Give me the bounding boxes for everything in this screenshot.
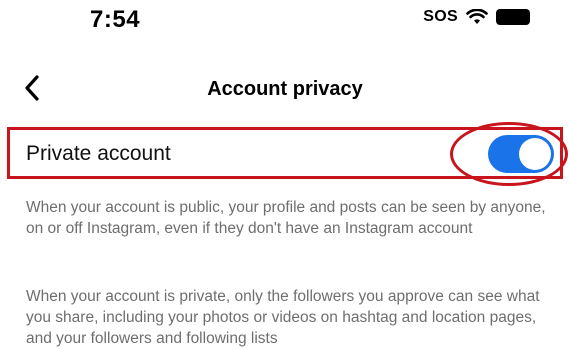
sos-indicator: SOS <box>423 8 458 25</box>
toggle-knob <box>519 138 551 170</box>
status-bar: 7:54 SOS <box>0 0 570 44</box>
status-icons: SOS <box>423 8 530 26</box>
nav-bar: Account privacy <box>0 64 570 118</box>
page-title: Account privacy <box>207 78 363 100</box>
private-account-description: When your account is private, only the f… <box>26 288 540 347</box>
private-account-row[interactable]: Private account <box>7 122 568 186</box>
battery-icon <box>496 9 530 25</box>
wifi-icon <box>466 9 488 25</box>
private-account-toggle[interactable] <box>488 135 554 173</box>
status-time: 7:54 <box>90 6 141 33</box>
public-account-description: When your account is public, your profil… <box>26 199 546 237</box>
private-account-label: Private account <box>26 142 171 165</box>
